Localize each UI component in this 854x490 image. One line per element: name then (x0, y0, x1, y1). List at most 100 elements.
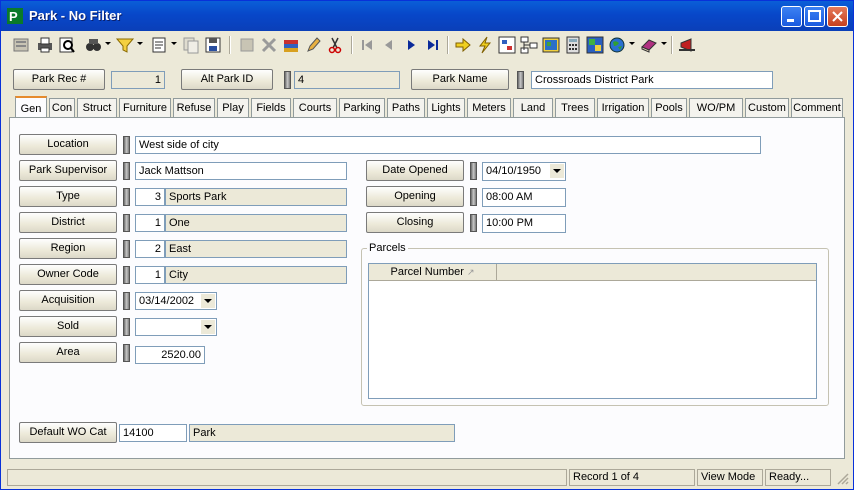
report-icon[interactable] (149, 35, 169, 55)
district-button[interactable]: District (19, 212, 117, 233)
find-icon[interactable] (83, 35, 103, 55)
book-icon[interactable] (639, 35, 659, 55)
prev-record-icon[interactable] (379, 35, 399, 55)
location-field[interactable]: West side of city (135, 136, 761, 154)
parcels-grid[interactable]: Parcel Number ↗ (368, 263, 817, 399)
park-supervisor-button[interactable]: Park Supervisor (19, 160, 117, 181)
map-icon[interactable] (541, 35, 561, 55)
chevron-down-icon[interactable] (550, 164, 564, 178)
tab-wo-pm[interactable]: WO/PM (689, 98, 743, 117)
maximize-button[interactable] (804, 6, 825, 27)
report-dropdown-arrow[interactable] (171, 42, 177, 45)
filter-icon[interactable] (115, 35, 135, 55)
type-button[interactable]: Type (19, 186, 117, 207)
district-code-field[interactable]: 1 (135, 214, 165, 232)
find-dropdown-arrow[interactable] (105, 42, 111, 45)
minimize-button[interactable] (781, 6, 802, 27)
tab-furniture[interactable]: Furniture (119, 98, 171, 117)
default-wo-cat-code-field[interactable]: 14100 (119, 424, 187, 442)
book-dropdown-arrow[interactable] (661, 42, 667, 45)
sold-button[interactable]: Sold (19, 316, 117, 337)
lightning-icon[interactable] (475, 35, 495, 55)
title-bar[interactable]: P Park - No Filter (1, 1, 853, 31)
last-record-icon[interactable] (423, 35, 443, 55)
lock-icon (517, 71, 524, 89)
park-rec-value: 1 (111, 71, 165, 89)
tab-refuse[interactable]: Refuse (173, 98, 215, 117)
hierarchy-icon[interactable] (497, 35, 517, 55)
resize-grip-icon[interactable] (837, 473, 849, 485)
tab-trees[interactable]: Trees (555, 98, 595, 117)
default-wo-cat-button[interactable]: Default WO Cat (19, 422, 117, 443)
new-record-icon[interactable] (11, 35, 31, 55)
close-button[interactable] (827, 6, 848, 27)
tab-lights[interactable]: Lights (427, 98, 465, 117)
globe-icon[interactable] (607, 35, 627, 55)
lock-icon (123, 214, 130, 232)
region-button[interactable]: Region (19, 238, 117, 259)
edit-icon[interactable] (303, 35, 323, 55)
tab-struct[interactable]: Struct (77, 98, 117, 117)
opening-time-field[interactable]: 08:00 AM (482, 188, 566, 207)
tab-pools[interactable]: Pools (651, 98, 687, 117)
date-opened-picker[interactable]: 04/10/1950 (482, 162, 566, 181)
tab-courts[interactable]: Courts (293, 98, 337, 117)
acquisition-button[interactable]: Acquisition (19, 290, 117, 311)
type-code-field[interactable]: 3 (135, 188, 165, 206)
tab-gen[interactable]: Gen (15, 96, 47, 117)
lock-icon (123, 344, 130, 362)
area-button[interactable]: Area (19, 342, 117, 363)
attach-icon[interactable] (281, 35, 301, 55)
park-name-field[interactable]: Crossroads District Park (531, 71, 773, 89)
cut-icon[interactable] (325, 35, 345, 55)
sold-date-picker[interactable]: / / (135, 318, 217, 336)
alt-park-id-button[interactable]: Alt Park ID (181, 69, 273, 90)
owner-code-button[interactable]: Owner Code (19, 264, 117, 285)
tab-con[interactable]: Con (49, 98, 75, 117)
tab-play[interactable]: Play (217, 98, 249, 117)
park-rec-button[interactable]: Park Rec # (13, 69, 105, 90)
record-count-status: Record 1 of 4 (569, 469, 695, 486)
tab-meters[interactable]: Meters (467, 98, 511, 117)
chevron-down-icon[interactable] (201, 320, 215, 334)
region-code-field[interactable]: 2 (135, 240, 165, 258)
alt-park-id-value: 4 (294, 71, 400, 89)
delete-icon[interactable] (259, 35, 279, 55)
lock-icon (470, 162, 477, 180)
acquisition-date-picker[interactable]: 03/14/2002 (135, 292, 217, 310)
opening-button[interactable]: Opening (366, 186, 464, 207)
date-opened-button[interactable]: Date Opened (366, 160, 464, 181)
tab-fields[interactable]: Fields (251, 98, 291, 117)
globe-dropdown-arrow[interactable] (629, 42, 635, 45)
copy-icon[interactable] (181, 35, 201, 55)
tab-land[interactable]: Land (513, 98, 553, 117)
parcel-number-column-header[interactable]: Parcel Number ↗ (369, 264, 497, 281)
park-supervisor-field[interactable]: Jack Mattson (135, 162, 347, 180)
tab-custom[interactable]: Custom (745, 98, 789, 117)
park-name-button[interactable]: Park Name (411, 69, 509, 90)
delete-record-icon[interactable] (237, 35, 257, 55)
closing-time-field[interactable]: 10:00 PM (482, 214, 566, 233)
filter-dropdown-arrow[interactable] (137, 42, 143, 45)
location-button[interactable]: Location (19, 134, 117, 155)
calculator-icon[interactable] (563, 35, 583, 55)
closing-button[interactable]: Closing (366, 212, 464, 233)
chevron-down-icon[interactable] (201, 294, 215, 308)
next-record-icon[interactable] (401, 35, 421, 55)
owner-code-field[interactable]: 1 (135, 266, 165, 284)
save-icon[interactable] (203, 35, 223, 55)
exit-icon[interactable] (677, 35, 697, 55)
acquisition-date-value: 03/14/2002 (139, 295, 195, 307)
lock-icon (123, 188, 130, 206)
preview-icon[interactable] (57, 35, 77, 55)
gis-icon[interactable] (585, 35, 605, 55)
area-field[interactable]: 2520.00 (135, 346, 205, 364)
tab-parking[interactable]: Parking (339, 98, 385, 117)
tab-paths[interactable]: Paths (387, 98, 425, 117)
print-icon[interactable] (35, 35, 55, 55)
go-icon[interactable] (453, 35, 473, 55)
first-record-icon[interactable] (357, 35, 377, 55)
tree-icon[interactable] (519, 35, 539, 55)
tab-comment[interactable]: Comment (791, 98, 843, 117)
tab-irrigation[interactable]: Irrigation (597, 98, 649, 117)
